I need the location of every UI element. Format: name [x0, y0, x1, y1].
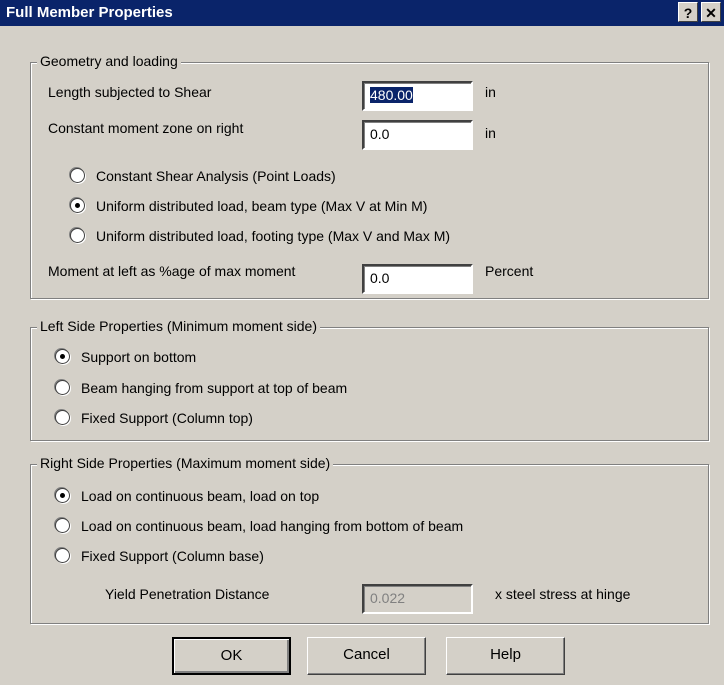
radio-udl-footing[interactable]: Uniform distributed load, footing type (…	[70, 228, 450, 244]
title-bar: Full Member Properties ? ✕	[0, 0, 724, 26]
radio-button[interactable]	[55, 518, 70, 533]
length-unit: in	[485, 84, 496, 100]
radio-fixed-column-base[interactable]: Fixed Support (Column base)	[55, 548, 264, 564]
radio-label: Uniform distributed load, footing type (…	[96, 228, 451, 244]
ok-button[interactable]: OK	[172, 637, 291, 675]
radio-button[interactable]	[70, 228, 85, 243]
radio-support-bottom[interactable]: Support on bottom	[55, 349, 196, 365]
yield-input: 0.022	[362, 584, 473, 614]
cancel-button[interactable]: Cancel	[307, 637, 426, 675]
radio-fixed-column-top[interactable]: Fixed Support (Column top)	[55, 410, 253, 426]
radio-label: Uniform distributed load, beam type (Max…	[96, 198, 428, 214]
yield-unit: x steel stress at hinge	[495, 586, 631, 602]
help-icon[interactable]: ?	[678, 2, 698, 22]
length-input[interactable]: 480.00	[362, 81, 473, 111]
radio-label: Load on continuous beam, load on top	[81, 488, 320, 504]
radio-button[interactable]	[55, 349, 70, 364]
right-side-group-title: Right Side Properties (Maximum moment si…	[37, 455, 334, 471]
radio-button[interactable]	[55, 380, 70, 395]
radio-label: Constant Shear Analysis (Point Loads)	[96, 168, 336, 184]
radio-udl-beam[interactable]: Uniform distributed load, beam type (Max…	[70, 198, 427, 214]
radio-label: Beam hanging from support at top of beam	[81, 380, 348, 396]
cmz-unit: in	[485, 125, 496, 141]
radio-button[interactable]	[70, 168, 85, 183]
radio-button[interactable]	[70, 198, 85, 213]
moment-unit: Percent	[485, 263, 534, 279]
cmz-input[interactable]: 0.0	[362, 120, 473, 150]
radio-label: Fixed Support (Column base)	[81, 548, 264, 564]
moment-label: Moment at left as %age of max moment	[48, 263, 296, 279]
radio-button[interactable]	[55, 548, 70, 563]
moment-input[interactable]: 0.0	[362, 264, 473, 294]
radio-label: Fixed Support (Column top)	[81, 410, 253, 426]
yield-label: Yield Penetration Distance	[105, 586, 270, 602]
radio-beam-hanging[interactable]: Beam hanging from support at top of beam	[55, 380, 347, 396]
length-label: Length subjected to Shear	[48, 84, 212, 100]
window-title: Full Member Properties	[6, 4, 173, 21]
left-side-group-title: Left Side Properties (Minimum moment sid…	[37, 318, 320, 334]
close-icon[interactable]: ✕	[701, 2, 721, 22]
radio-button[interactable]	[55, 410, 70, 425]
radio-button[interactable]	[55, 488, 70, 503]
cmz-label: Constant moment zone on right	[48, 120, 244, 136]
geometry-group-title: Geometry and loading	[37, 53, 181, 69]
radio-constant-shear[interactable]: Constant Shear Analysis (Point Loads)	[70, 168, 336, 184]
radio-label: Support on bottom	[81, 349, 197, 365]
help-button[interactable]: Help	[446, 637, 565, 675]
radio-load-on-top[interactable]: Load on continuous beam, load on top	[55, 488, 319, 504]
radio-label: Load on continuous beam, load hanging fr…	[81, 518, 464, 534]
radio-load-hanging[interactable]: Load on continuous beam, load hanging fr…	[55, 518, 463, 534]
